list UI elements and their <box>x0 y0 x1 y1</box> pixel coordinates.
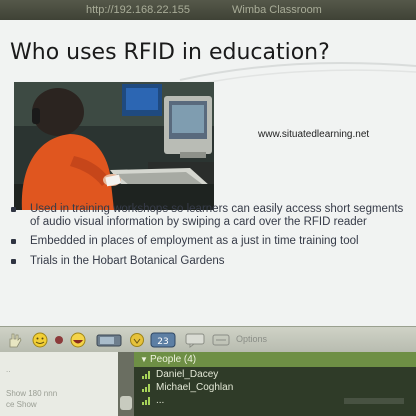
participants-panel: ▼ People (4) Daniel_Dacey Michael_Coghla… <box>134 352 416 416</box>
slide-title: Who uses RFID in education? <box>10 40 330 65</box>
window-title: Wimba Classroom <box>232 4 322 16</box>
svg-text:23: 23 <box>157 337 168 347</box>
participants-header[interactable]: ▼ People (4) <box>134 352 416 367</box>
bullet-item: Embedded in places of employment as a ju… <box>8 235 410 248</box>
mic-level-icon <box>142 371 150 379</box>
status-dot-icon <box>55 336 63 344</box>
rfid-student-image <box>14 82 214 210</box>
browser-title-bar: http://192.168.22.155 Wimba Classroom <box>0 0 416 20</box>
classroom-toolbar: 23 Options <box>0 326 416 353</box>
participant-row[interactable]: ... <box>134 395 416 407</box>
chat-scrollbar[interactable] <box>118 352 134 416</box>
expand-triangle-icon[interactable]: ▼ <box>140 352 148 367</box>
options-icon[interactable] <box>210 332 232 348</box>
participant-row[interactable]: Michael_Coghlan <box>134 382 416 394</box>
chat-line: .. <box>6 365 11 374</box>
hand-icon[interactable] <box>6 332 24 348</box>
slide-photo <box>14 82 214 210</box>
participant-row[interactable]: Daniel_Dacey <box>134 369 416 381</box>
bullet-item: Trials in the Hobart Botanical Gardens <box>8 255 410 268</box>
screen: http://192.168.22.155 Wimba Classroom Wh… <box>0 0 416 416</box>
laugh-icon[interactable] <box>68 332 88 348</box>
address-text[interactable]: http://192.168.22.155 <box>86 0 190 20</box>
presentation-slide: Who uses RFID in education? www.situated… <box>0 20 416 326</box>
chat-line: Show 180 nnn <box>6 389 58 398</box>
mic-level-icon <box>142 384 150 392</box>
chat-line: ce Show <box>6 400 37 409</box>
website-credit: www.situatedlearning.net <box>258 129 370 140</box>
participant-status-bar <box>344 398 404 404</box>
smiley-icon[interactable] <box>30 332 50 348</box>
chat-icon[interactable] <box>184 332 206 348</box>
participant-name: Daniel_Dacey <box>156 369 219 380</box>
clock-icon[interactable]: 23 <box>150 332 176 348</box>
mic-level-icon <box>142 397 150 405</box>
options-label[interactable]: Options <box>236 334 267 344</box>
slide-bullet-list: Used in training workshops so learners c… <box>8 203 410 274</box>
bottom-panels: .. Show 180 nnn ce Show ▼ People (4) Dan… <box>0 352 416 416</box>
scrollbar-thumb[interactable] <box>120 396 132 410</box>
video-icon[interactable] <box>96 332 122 348</box>
participants-count-label: People (4) <box>150 354 197 365</box>
participant-name: ... <box>156 395 165 406</box>
bullet-item: Used in training workshops so learners c… <box>8 203 410 228</box>
clapping-icon[interactable] <box>128 332 146 348</box>
participant-name: Michael_Coghlan <box>156 382 234 393</box>
text-chat-panel: .. Show 180 nnn ce Show <box>0 352 118 416</box>
